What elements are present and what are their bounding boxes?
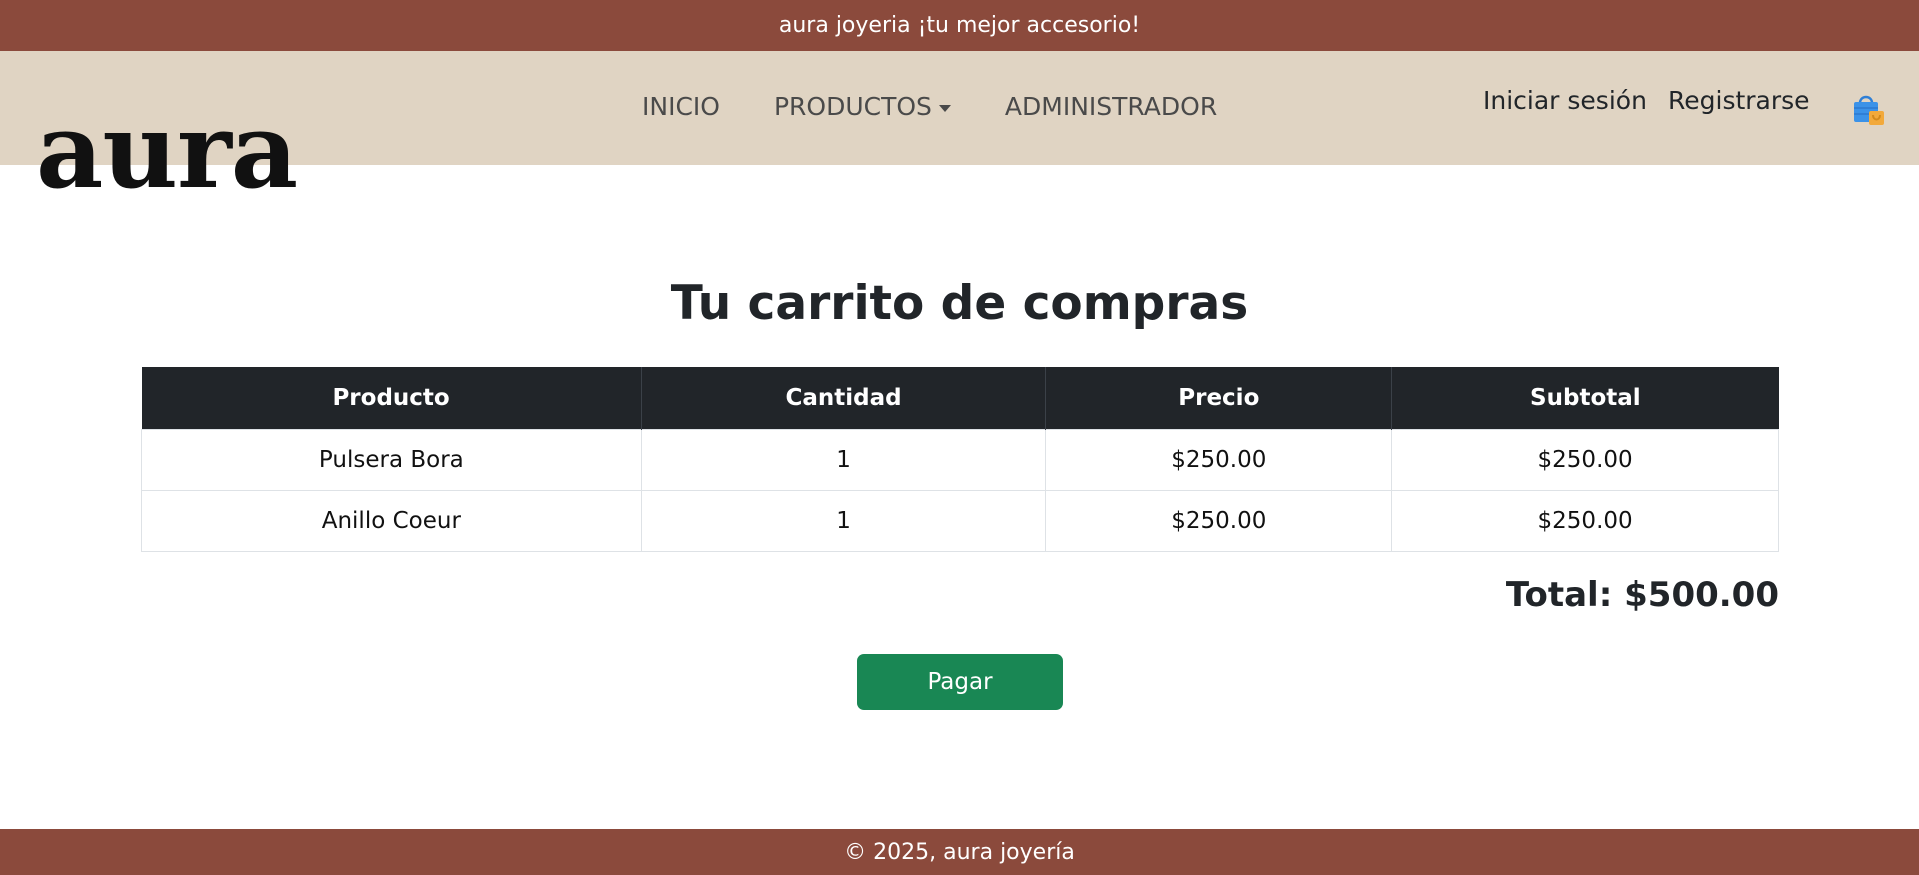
announcement-bar: aura joyeria ¡tu mejor accesorio! bbox=[0, 0, 1919, 51]
login-link[interactable]: Iniciar sesión bbox=[1483, 86, 1647, 115]
nav-item-administrador[interactable]: ADMINISTRADOR bbox=[1005, 92, 1217, 121]
chevron-down-icon bbox=[938, 104, 951, 112]
cart-table: Producto Cantidad Precio Subtotal Pulser… bbox=[141, 367, 1779, 552]
table-row: Anillo Coeur 1 $250.00 $250.00 bbox=[141, 489, 1779, 552]
nav-item-productos-label: PRODUCTOS bbox=[773, 92, 932, 121]
cell-subtotal: $250.00 bbox=[1391, 489, 1779, 552]
cell-precio: $250.00 bbox=[1045, 489, 1393, 552]
footer-text: © 2025, aura joyería bbox=[844, 839, 1075, 865]
announcement-text: aura joyeria ¡tu mejor accesorio! bbox=[778, 13, 1141, 38]
cell-subtotal: $250.00 bbox=[1391, 428, 1779, 491]
pay-button[interactable]: Pagar bbox=[857, 654, 1063, 710]
main-nav: INICIO PRODUCTOS ADMINISTRADOR bbox=[642, 92, 1217, 121]
table-header-row: Producto Cantidad Precio Subtotal bbox=[141, 367, 1779, 429]
nav-item-inicio[interactable]: INICIO bbox=[642, 92, 720, 121]
nav-item-productos[interactable]: PRODUCTOS bbox=[774, 92, 951, 121]
table-row: Pulsera Bora 1 $250.00 $250.00 bbox=[141, 428, 1779, 491]
column-header-cantidad: Cantidad bbox=[640, 367, 1046, 429]
cell-cantidad: 1 bbox=[640, 428, 1047, 491]
register-link[interactable]: Registrarse bbox=[1668, 86, 1810, 115]
cart-total: Total: $500.00 bbox=[1505, 575, 1779, 615]
cell-producto: Anillo Coeur bbox=[141, 489, 642, 552]
cell-producto: Pulsera Bora bbox=[141, 428, 642, 491]
column-header-subtotal: Subtotal bbox=[1391, 367, 1779, 429]
cell-precio: $250.00 bbox=[1045, 428, 1393, 491]
footer: © 2025, aura joyería bbox=[0, 829, 1919, 875]
brand-logo[interactable]: aura bbox=[36, 99, 298, 203]
page-title: Tu carrito de compras bbox=[670, 276, 1249, 331]
cell-cantidad: 1 bbox=[640, 489, 1047, 552]
column-header-producto: Producto bbox=[141, 367, 642, 429]
shopping-bag-icon[interactable] bbox=[1850, 91, 1886, 127]
column-header-precio: Precio bbox=[1045, 367, 1392, 429]
